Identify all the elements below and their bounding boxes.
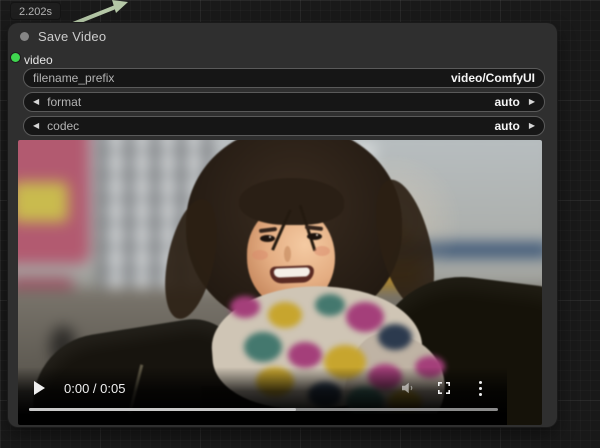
filename-prefix-widget[interactable]: filename_prefix video/ComfyUI — [23, 68, 545, 88]
save-video-node[interactable]: Save Video video filename_prefix video/C… — [8, 23, 557, 427]
overflow-menu-icon — [479, 393, 482, 396]
codec-prev-arrow-icon[interactable]: ◀ — [33, 122, 39, 130]
codec-combo-widget[interactable]: ◀ codec auto ▶ — [23, 116, 545, 136]
codec-next-arrow-icon[interactable]: ▶ — [529, 122, 535, 130]
subject-blush-right — [314, 246, 330, 256]
execution-time-badge: 2.202s — [10, 2, 61, 20]
progress-played — [29, 408, 296, 411]
overflow-menu-button[interactable] — [469, 377, 491, 399]
fullscreen-icon — [436, 380, 452, 396]
subject-smile — [270, 265, 315, 284]
input-slot-row: video — [8, 45, 557, 68]
video-input-label: video — [24, 53, 53, 67]
subject-scarf-pattern — [230, 296, 260, 318]
filename-prefix-label: filename_prefix — [33, 71, 114, 85]
node-title: Save Video — [38, 29, 106, 44]
video-input-slot-icon[interactable] — [11, 53, 20, 62]
codec-label: codec — [47, 119, 79, 133]
time-display: 0:00 / 0:05 — [64, 381, 125, 396]
volume-icon — [399, 379, 417, 397]
subject-eye-left — [260, 235, 275, 242]
format-combo-widget[interactable]: ◀ format auto ▶ — [23, 92, 545, 112]
format-prev-arrow-icon[interactable]: ◀ — [33, 98, 39, 106]
video-controls-overlay: 0:00 / 0:05 — [18, 367, 507, 425]
format-value: auto — [495, 95, 520, 109]
video-preview-player[interactable]: 0:00 / 0:05 — [18, 140, 542, 425]
filename-prefix-value: video/ComfyUI — [451, 71, 535, 85]
subject-bangs — [239, 178, 344, 225]
volume-button[interactable] — [397, 377, 419, 399]
play-button[interactable] — [34, 381, 45, 395]
graph-canvas[interactable]: { "canvas": { "badge_label": "2.202s" },… — [0, 0, 600, 448]
format-label: format — [47, 95, 81, 109]
node-header[interactable]: Save Video — [8, 23, 557, 45]
overflow-menu-icon — [479, 387, 482, 390]
subject-blush-left — [252, 250, 268, 260]
node-status-dot-icon — [20, 32, 29, 41]
subject-nose — [284, 246, 291, 262]
codec-value: auto — [495, 119, 520, 133]
video-controls-row: 0:00 / 0:05 — [18, 373, 507, 403]
subject-eye-right — [307, 233, 322, 240]
overflow-menu-icon — [479, 381, 482, 384]
format-next-arrow-icon[interactable]: ▶ — [529, 98, 535, 106]
fullscreen-button[interactable] — [433, 377, 455, 399]
subject-teeth — [274, 267, 310, 277]
video-progress-bar[interactable] — [29, 408, 498, 411]
